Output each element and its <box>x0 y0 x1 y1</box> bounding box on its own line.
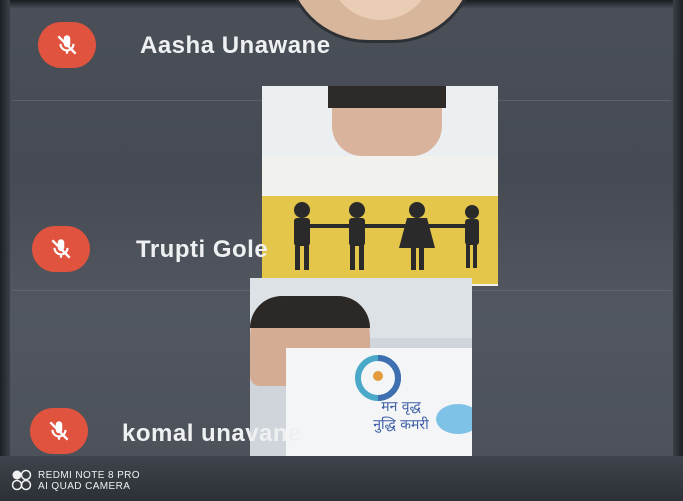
mic-off-icon-glyph <box>49 421 69 441</box>
mic-off-icon[interactable] <box>38 22 96 68</box>
photo-frame-edge <box>673 0 683 501</box>
participant-video-trupti[interactable] <box>262 86 498 286</box>
organization-logo-icon <box>355 355 401 401</box>
held-paper: मन वृद्ध नुद्धि कमरी <box>286 348 472 458</box>
watermark-line: REDMI NOTE 8 PRO <box>38 470 140 481</box>
paper-chain-people-drawing <box>294 202 479 270</box>
meeting-screen: Aasha Unawane Trupti Gole मन वृद्ध नुद्ध… <box>0 0 683 501</box>
mic-off-icon[interactable] <box>32 226 90 272</box>
participant-name: komal unavane <box>122 420 302 447</box>
participant-face <box>328 86 446 156</box>
mic-off-icon-glyph <box>51 239 71 259</box>
mic-off-icon-glyph <box>57 35 77 55</box>
paper-text-line: नुद्धि कमरी <box>373 417 429 433</box>
participant-name: Trupti Gole <box>136 236 269 263</box>
mic-off-icon[interactable] <box>30 408 88 454</box>
watermark-line: AI QUAD CAMERA <box>38 481 131 492</box>
camera-watermark-icon <box>11 469 32 491</box>
camera-watermark: REDMI NOTE 8 PRO AI QUAD CAMERA <box>38 470 140 492</box>
participant-name: Aasha Unawane <box>140 32 331 59</box>
paper-text-line: मन वृद्ध <box>381 399 421 415</box>
photo-frame-edge <box>0 0 10 501</box>
participant-face <box>328 0 433 20</box>
paper-text: मन वृद्ध नुद्धि कमरी <box>346 398 456 434</box>
